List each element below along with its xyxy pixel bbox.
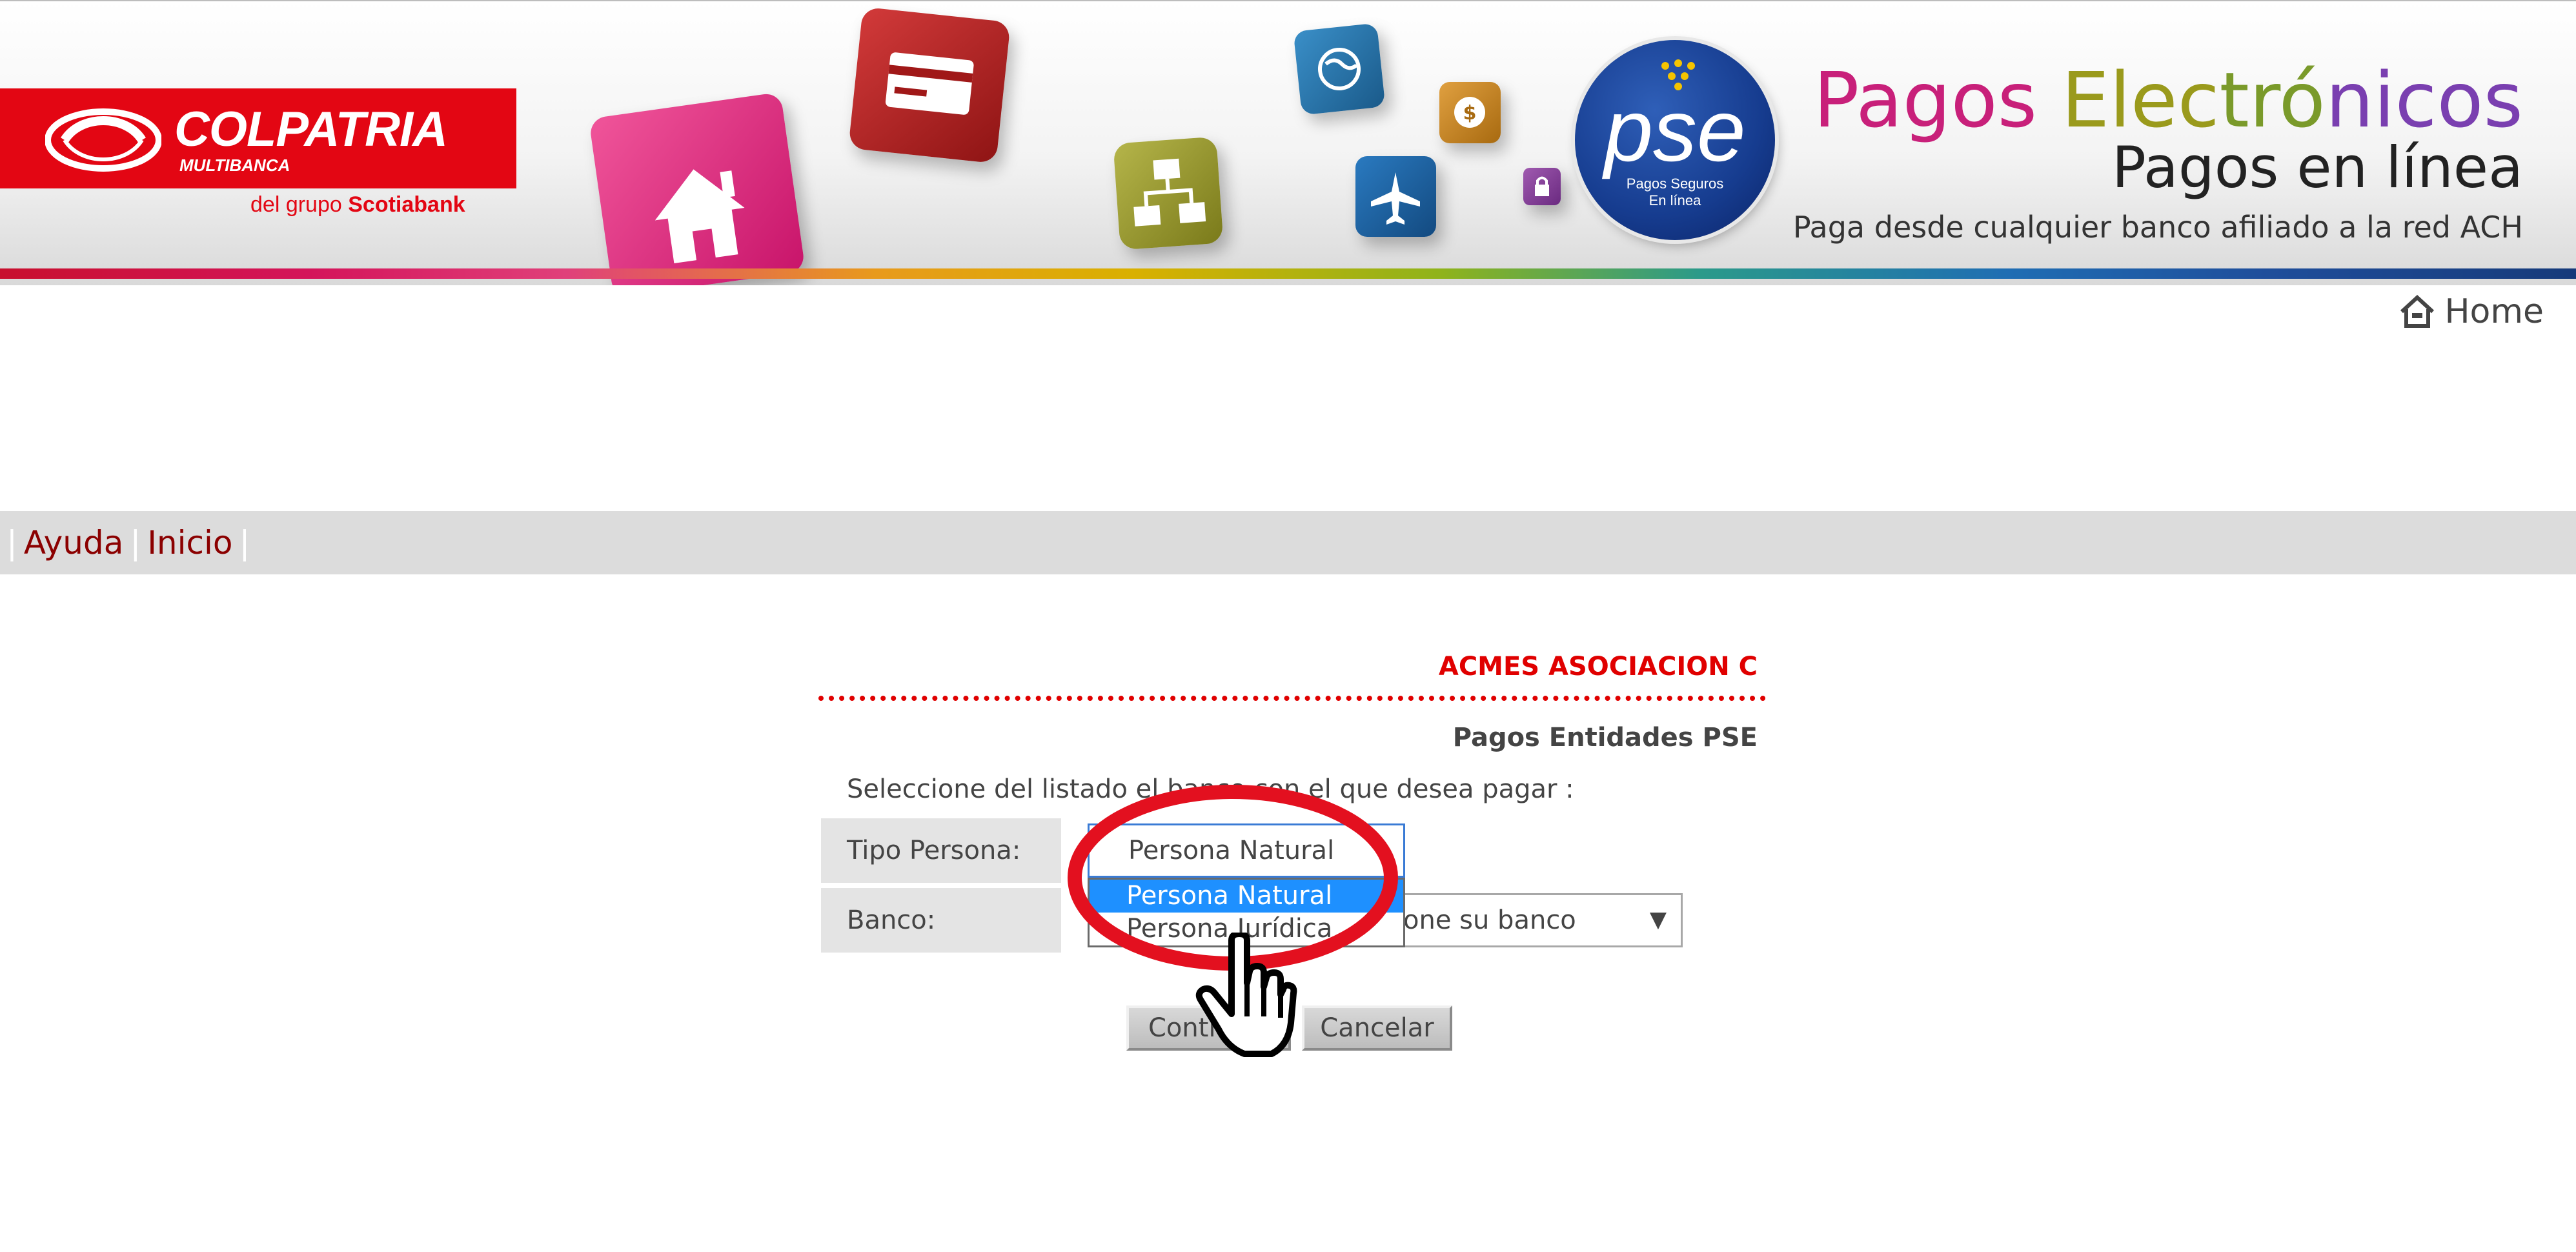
- pse-sub-line1: Pagos Seguros: [1626, 176, 1724, 192]
- home-cube-icon: [588, 92, 806, 285]
- dotted-divider: [818, 696, 1766, 701]
- header-title: Pagos Electrónicos: [1813, 58, 2523, 142]
- chevron-down-icon: ▼: [1649, 907, 1667, 933]
- airplane-cube-icon: [1355, 156, 1436, 237]
- credit-card-cube-icon: [848, 6, 1011, 164]
- instruction-text: Seleccione del listado el banco con el q…: [847, 774, 1574, 804]
- pse-logo-subtitle: Pagos Seguros En línea: [1575, 176, 1775, 209]
- colpatria-swirl-icon: [45, 108, 161, 172]
- tipo-persona-label: Tipo Persona:: [821, 818, 1061, 883]
- continue-button[interactable]: Conti: [1126, 1005, 1291, 1051]
- header-title-part: Pagos: [1813, 56, 2062, 145]
- menu-bar: | Ayuda | Inicio |: [0, 511, 2576, 574]
- home-link[interactable]: Home: [2398, 289, 2544, 334]
- menu-separator: |: [6, 524, 17, 561]
- section-title: Pagos Entidades PSE: [1452, 723, 1758, 752]
- header-title-part: Elec: [2061, 56, 2220, 145]
- menu-item-inicio[interactable]: Inicio: [147, 524, 232, 561]
- home-icon: [2400, 294, 2435, 328]
- header-banner: COLPATRIA MULTIBANCA del grupo Scotiaban…: [0, 0, 2576, 285]
- svg-text:$: $: [1463, 102, 1477, 125]
- merchant-name: ACMES ASOCIACION C: [1438, 652, 1758, 682]
- logo-group-prefix: del grupo: [250, 192, 342, 217]
- pse-logo: pse Pagos Seguros En línea: [1575, 40, 1775, 240]
- logo-name: COLPATRIA: [174, 102, 448, 157]
- header-tagline: Paga desde cualquier banco afiliado a la…: [1792, 210, 2523, 245]
- banco-label: Banco:: [821, 888, 1061, 953]
- header-title-part: tró: [2219, 56, 2326, 145]
- logo-group-name: Scotiabank: [348, 192, 465, 217]
- pse-logo-text: pse: [1604, 81, 1746, 179]
- cancel-button[interactable]: Cancelar: [1302, 1005, 1452, 1051]
- header-title-part: nicos: [2325, 56, 2523, 145]
- tipo-persona-select-value: Persona Natural: [1128, 836, 1335, 865]
- home-link-label: Home: [2444, 292, 2544, 331]
- header-color-strip: [0, 268, 2576, 279]
- tipo-persona-option-natural[interactable]: Persona Natural: [1090, 880, 1403, 913]
- banco-select-value: one su banco: [1403, 905, 1576, 935]
- menu-separator: |: [239, 524, 250, 561]
- pse-sub-line2: En línea: [1648, 192, 1701, 208]
- network-cube-icon: [1113, 136, 1224, 250]
- menu-item-ayuda[interactable]: Ayuda: [24, 524, 123, 561]
- header-subtitle: Pagos en línea: [2111, 134, 2523, 201]
- menu-separator: |: [130, 524, 141, 561]
- tipo-persona-option-juridica[interactable]: Persona Jurídica: [1090, 913, 1403, 945]
- tipo-persona-select[interactable]: Persona Natural: [1088, 823, 1405, 878]
- money-cube-icon: $: [1439, 82, 1501, 143]
- globe-cube-icon: [1293, 23, 1386, 116]
- logo-subtitle: MULTIBANCA: [179, 156, 290, 175]
- colpatria-logo: COLPATRIA MULTIBANCA: [0, 88, 516, 188]
- logo-group-text: del grupo Scotiabank: [250, 192, 465, 217]
- lock-cube-icon: [1523, 168, 1561, 205]
- tipo-persona-dropdown: Persona Natural Persona Jurídica: [1088, 878, 1405, 947]
